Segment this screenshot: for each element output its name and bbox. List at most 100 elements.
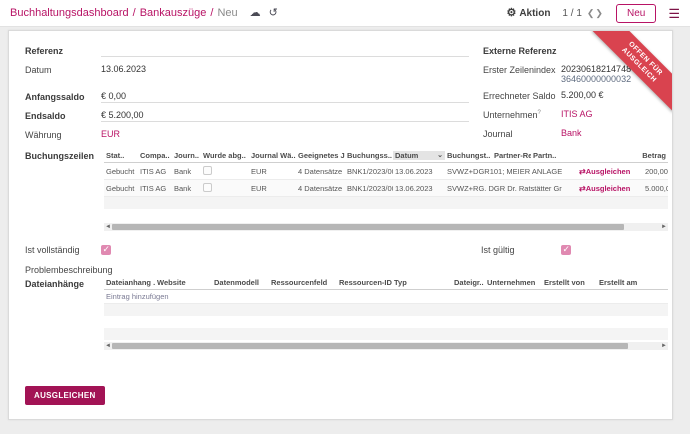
col-status[interactable]: Stat..: [104, 151, 138, 160]
attachments-horizontal-scrollbar[interactable]: ◄ ►: [104, 342, 668, 350]
action-menu-label: Aktion: [519, 8, 550, 19]
col-journal-waehrung[interactable]: Journal Wä..: [249, 151, 296, 160]
pager-prev-next-icons[interactable]: ❮❯: [587, 8, 604, 19]
unternehmen-link[interactable]: ITIS AG: [561, 109, 593, 121]
col-geeignetes-journal[interactable]: Geeignetes J..: [296, 151, 345, 160]
datum-input[interactable]: 13.06.2023: [101, 64, 469, 76]
lines-table-header: Stat.. Compa.. Journ.. Wurde abg.. Journ…: [104, 148, 668, 163]
col-erstellt-am[interactable]: Erstellt am: [597, 278, 668, 287]
empty-row: [104, 197, 668, 209]
col-unternehmen[interactable]: Unternehmen: [485, 278, 542, 287]
table-row[interactable]: Gebucht ITIS AG Bank EUR 4 Datensätze BN…: [104, 180, 668, 197]
lines-section-label: Buchungszeilen: [25, 148, 104, 231]
scroll-left-icon[interactable]: ◄: [105, 223, 111, 231]
waehrung-link[interactable]: EUR: [101, 129, 120, 141]
anfangssaldo-input[interactable]: € 0,00: [101, 91, 469, 103]
breadcrumb-bankauszuege[interactable]: Bankauszüge: [140, 7, 207, 19]
ist-vollstaendig-label: Ist vollständig: [25, 245, 80, 255]
col-partner[interactable]: Partn..: [531, 151, 577, 160]
col-ressourcen-id[interactable]: Ressourcen-ID: [337, 278, 392, 287]
empty-row: [104, 209, 668, 221]
erster-zeilenindex-label: Erster Zeilenindex: [483, 64, 561, 75]
top-navbar: Buchhaltungsdashboard / Bankauszüge / Ne…: [0, 0, 690, 27]
form-fields: Referenz Datum 13.06.2023 Anfangssaldo €…: [9, 31, 672, 148]
add-entry-link[interactable]: Eintrag hinzufügen: [104, 290, 668, 304]
col-dateianhang[interactable]: Dateianhang ..: [104, 278, 155, 287]
cell-currency: EUR: [249, 167, 296, 176]
cell-journal: Bank: [172, 167, 201, 176]
col-datenmodell[interactable]: Datenmodell: [212, 278, 269, 287]
gear-icon: ⚙: [506, 8, 516, 19]
cell-text: SVWZ+DGR101; MEIER ANLAGE: [445, 167, 577, 176]
ist-gueltig-checkbox[interactable]: [561, 245, 571, 255]
scroll-left-icon[interactable]: ◄: [105, 342, 111, 350]
empty-row: [104, 328, 668, 340]
errechneter-saldo-value: 5.200,00 €: [561, 90, 656, 102]
cell-status: Gebucht: [104, 184, 138, 193]
reconcile-link[interactable]: ⇄Ausgleichen: [577, 184, 643, 193]
discard-undo-icon[interactable]: ↺: [269, 8, 278, 19]
cell-wurde-checkbox[interactable]: [201, 183, 249, 194]
breadcrumb-dashboard[interactable]: Buchhaltungsdashboard: [10, 7, 129, 19]
col-company[interactable]: Compa..: [138, 151, 172, 160]
checkbox-unchecked[interactable]: [203, 166, 212, 175]
table-row[interactable]: Gebucht ITIS AG Bank EUR 4 Datensätze BN…: [104, 163, 668, 180]
journal-link[interactable]: Bank: [561, 128, 582, 140]
cell-eligible: 4 Datensätze: [296, 167, 345, 176]
waehrung-label: Währung: [25, 129, 101, 140]
col-datum-sorted[interactable]: Datum⌄: [393, 151, 445, 160]
cell-journal: Bank: [172, 184, 201, 193]
col-buchungssatz[interactable]: Buchungss..: [345, 151, 393, 160]
errechneter-saldo-label: Errechneter Saldo: [483, 90, 561, 101]
problembeschreibung-label: Problembeschreibung: [9, 259, 672, 276]
cell-date: 13.06.2023: [393, 167, 445, 176]
unternehmen-label: Unternehmen?: [483, 109, 561, 120]
new-record-button[interactable]: Neu: [616, 4, 656, 23]
datum-label: Datum: [25, 64, 101, 75]
cell-amount: 5.000,00 €: [643, 184, 668, 193]
attachments-section: Dateianhänge Dateianhang .. Website Date…: [9, 276, 672, 350]
lines-table: Stat.. Compa.. Journ.. Wurde abg.. Journ…: [104, 148, 668, 231]
ist-vollstaendig-checkbox[interactable]: [101, 245, 111, 255]
breadcrumb-current: Neu: [217, 7, 237, 19]
col-website[interactable]: Website: [155, 278, 212, 287]
save-cloud-icon[interactable]: ☁: [250, 8, 261, 19]
checkbox-unchecked[interactable]: [203, 183, 212, 192]
menu-toggle-icon[interactable]: ☰: [668, 7, 680, 20]
scrollbar-thumb[interactable]: [112, 224, 624, 230]
referenz-input[interactable]: [101, 45, 469, 57]
cell-date: 13.06.2023: [393, 184, 445, 193]
col-journal[interactable]: Journ..: [172, 151, 201, 160]
pager: 1 / 1 ❮❯: [562, 8, 604, 19]
cell-text: SVWZ+RG. DGR Dr. Ratstätter Gr: [445, 184, 577, 193]
externe-referenz-label: Externe Referenz: [483, 45, 561, 56]
reconcile-link[interactable]: ⇄Ausgleichen: [577, 167, 643, 176]
zeilenindex-line1: 20230618214748: [561, 64, 631, 74]
attachments-section-label: Dateianhänge: [25, 276, 104, 350]
attachments-table: Dateianhang .. Website Datenmodell Resso…: [104, 276, 668, 350]
zeilenindex-line2: 36460000000032: [561, 74, 631, 84]
cell-eligible: 4 Datensätze: [296, 184, 345, 193]
scrollbar-thumb[interactable]: [112, 343, 628, 349]
scroll-right-icon[interactable]: ►: [661, 223, 667, 231]
lines-section: Buchungszeilen Stat.. Compa.. Journ.. Wu…: [9, 148, 672, 231]
exchange-icon: ⇄: [579, 184, 586, 193]
action-menu-button[interactable]: ⚙ Aktion: [506, 8, 550, 19]
col-wurde-abgeglichen[interactable]: Wurde abg..: [201, 151, 249, 160]
col-erstellt-von[interactable]: Erstellt von: [542, 278, 597, 287]
cell-move: BNK1/2023/00: [345, 167, 393, 176]
ausgleichen-button[interactable]: AUSGLEICHEN: [25, 386, 105, 405]
col-dateigroesse[interactable]: Dateigr..: [452, 278, 485, 287]
col-partner-referenz[interactable]: Partner-Ref..: [492, 151, 531, 160]
form-sheet: OFFEN FÜR AUSGLEICH Referenz Datum 13.06…: [8, 30, 673, 420]
endsaldo-input[interactable]: € 5.200,00: [101, 110, 469, 122]
scroll-right-icon[interactable]: ►: [661, 342, 667, 350]
journal-label: Journal: [483, 128, 561, 139]
lines-horizontal-scrollbar[interactable]: ◄ ►: [104, 223, 668, 231]
empty-row: [104, 316, 668, 328]
col-betrag[interactable]: Betrag: [577, 151, 668, 160]
col-typ[interactable]: Typ: [392, 278, 452, 287]
col-buchungstext[interactable]: Buchungst..: [445, 151, 492, 160]
cell-wurde-checkbox[interactable]: [201, 166, 249, 177]
col-ressourcenfeld[interactable]: Ressourcenfeld: [269, 278, 337, 287]
